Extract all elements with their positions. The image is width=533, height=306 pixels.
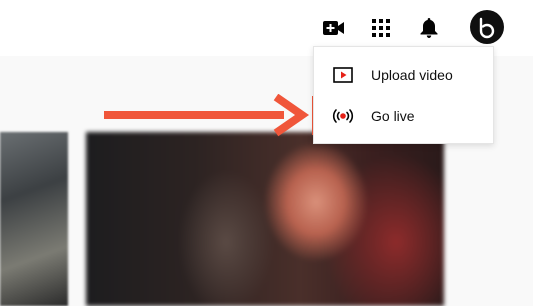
apps-grid-icon[interactable] — [363, 10, 399, 46]
upload-video-menu-item[interactable]: Upload video — [314, 56, 493, 94]
go-live-label: Go live — [371, 108, 415, 124]
create-menu: Upload video Go live — [313, 46, 494, 144]
avatar[interactable] — [470, 10, 504, 44]
bell-icon[interactable] — [411, 10, 447, 46]
video-thumbnail[interactable] — [0, 132, 68, 306]
annotation-arrow — [104, 94, 310, 137]
video-thumbnail[interactable] — [86, 132, 444, 306]
go-live-menu-item[interactable]: Go live — [314, 97, 493, 135]
go-live-icon — [331, 104, 355, 128]
upload-video-label: Upload video — [371, 67, 453, 83]
avatar-logo-icon — [479, 17, 495, 39]
upload-video-icon — [331, 63, 355, 87]
create-video-icon[interactable] — [316, 10, 352, 46]
